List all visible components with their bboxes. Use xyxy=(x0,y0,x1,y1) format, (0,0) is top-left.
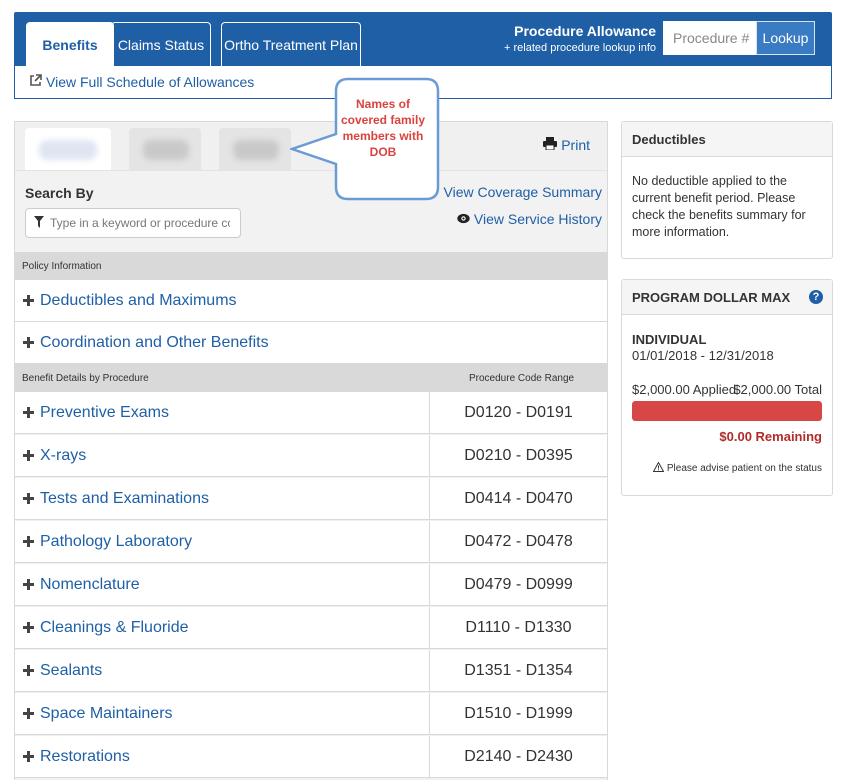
procedure-label: Restorations xyxy=(40,747,130,765)
annotation-callout: Names of covered family members with DOB xyxy=(288,76,442,202)
plus-icon xyxy=(23,708,34,719)
search-box[interactable] xyxy=(25,208,241,238)
program-max-header: PROGRAM DOLLAR MAX ? xyxy=(622,280,832,315)
view-service-history-label: View Service History xyxy=(473,211,602,227)
plus-icon xyxy=(23,407,34,418)
procedure-code-range: D0210 - D0395 xyxy=(429,435,607,476)
procedure-label: Cleanings & Fluoride xyxy=(40,618,189,636)
table-row[interactable]: Cleanings & Fluoride D1110 - D1330 xyxy=(15,607,607,649)
coverage-type: INDIVIDUAL xyxy=(632,332,707,347)
table-row[interactable]: Tests and Examinations D0414 - D0470 xyxy=(15,478,607,520)
table-row[interactable]: Space Maintainers D1510 - D1999 xyxy=(15,693,607,735)
procedure-code-range: D0472 - D0478 xyxy=(429,521,607,562)
search-input[interactable] xyxy=(50,216,230,230)
benefit-details-header: Benefit Details by Procedure Procedure C… xyxy=(15,364,607,392)
amount-applied: $2,000.00 Applied xyxy=(632,382,737,397)
procedure-label: Space Maintainers xyxy=(40,704,173,722)
program-max-title: PROGRAM DOLLAR MAX xyxy=(632,289,791,305)
procedure-code-range-header: Procedure Code Range xyxy=(469,372,575,384)
top-nav-bar: Benefits Claims Status Ortho Treatment P… xyxy=(14,12,832,66)
procedure-label: X-rays xyxy=(40,446,87,464)
advise-text: Please advise patient on the status xyxy=(666,463,822,474)
tab-ortho-treatment-plan[interactable]: Ortho Treatment Plan xyxy=(221,22,361,66)
policy-information-header: Policy Information xyxy=(15,252,607,280)
tab-claims-status[interactable]: Claims Status xyxy=(111,22,211,66)
print-link[interactable]: Print xyxy=(543,137,590,153)
filter-icon xyxy=(34,215,44,231)
plus-icon xyxy=(23,622,34,633)
plus-icon xyxy=(23,665,34,676)
plus-icon xyxy=(23,536,34,547)
deductibles-title: Deductibles xyxy=(622,122,832,157)
procedure-label: Tests and Examinations xyxy=(40,489,209,507)
amount-total: $2,000.00 Total xyxy=(733,382,822,397)
plus-icon xyxy=(23,337,34,348)
table-row[interactable]: Pathology Laboratory D0472 - D0478 xyxy=(15,521,607,563)
help-icon[interactable]: ? xyxy=(809,290,823,304)
procedure-code-range: D0479 - D0999 xyxy=(429,564,607,605)
procedure-code-range: D2140 - D2430 xyxy=(429,736,607,777)
usage-progress-fill xyxy=(632,401,822,421)
view-service-history-link[interactable]: View Service History xyxy=(457,211,602,227)
plus-icon xyxy=(23,751,34,762)
procedure-number-input[interactable] xyxy=(663,21,756,55)
procedure-allowance-title: Procedure Allowance xyxy=(514,23,656,39)
procedure-label: Sealants xyxy=(40,661,103,679)
usage-progress-bar xyxy=(632,401,822,421)
redacted-member-name xyxy=(39,140,97,160)
plus-icon xyxy=(23,450,34,461)
benefits-panel: Print Search By View Coverage Summary Vi… xyxy=(14,121,608,780)
table-row[interactable]: X-rays D0210 - D0395 xyxy=(15,435,607,477)
procedure-allowance-subtitle: + related procedure lookup info xyxy=(504,42,656,54)
table-row[interactable]: Sealants D1351 - D1354 xyxy=(15,650,607,692)
procedure-label: Nomenclature xyxy=(40,575,140,593)
procedure-code-range: D0414 - D0470 xyxy=(429,478,607,519)
procedure-code-range: D1510 - D1999 xyxy=(429,693,607,734)
view-schedule-link[interactable]: View Full Schedule of Allowances xyxy=(29,74,254,90)
procedure-label: Pathology Laboratory xyxy=(40,532,193,550)
table-row[interactable]: Nomenclature D0479 - D0999 xyxy=(15,564,607,606)
callout-text: Names of covered family members with DOB xyxy=(340,97,426,159)
program-dollar-max-card: PROGRAM DOLLAR MAX ? INDIVIDUAL 01/01/20… xyxy=(621,279,833,496)
redacted-member-name xyxy=(233,140,279,160)
search-by-label: Search By xyxy=(25,185,94,201)
external-link-icon xyxy=(29,74,42,90)
eye-icon xyxy=(457,211,470,227)
procedure-code-range: D1110 - D1330 xyxy=(429,607,607,648)
print-label: Print xyxy=(561,137,590,153)
warning-icon xyxy=(652,461,665,475)
procedure-code-range: D0120 - D0191 xyxy=(429,392,607,433)
member-tab[interactable] xyxy=(25,128,111,170)
tab-benefits[interactable]: Benefits xyxy=(26,22,114,66)
deductibles-card: Deductibles No deductible applied to the… xyxy=(621,121,833,259)
member-tab[interactable] xyxy=(219,128,291,170)
procedure-code-range: D1351 - D1354 xyxy=(429,650,607,691)
view-coverage-summary-link[interactable]: View Coverage Summary xyxy=(444,184,602,200)
row-label: Coordination and Other Benefits xyxy=(40,333,269,351)
member-tab[interactable] xyxy=(129,128,201,170)
view-schedule-label: View Full Schedule of Allowances xyxy=(46,74,255,90)
row-coordination-benefits[interactable]: Coordination and Other Benefits xyxy=(15,322,607,364)
deductibles-text: No deductible applied to the current ben… xyxy=(632,174,806,239)
benefit-period: 01/01/2018 - 12/31/2018 xyxy=(632,348,774,363)
lookup-button[interactable]: Lookup xyxy=(756,21,815,55)
plus-icon xyxy=(23,295,34,306)
plus-icon xyxy=(23,579,34,590)
redacted-member-name xyxy=(143,140,189,160)
benefit-header-label: Benefit Details by Procedure xyxy=(22,372,149,384)
row-label: Deductibles and Maximums xyxy=(40,291,237,309)
advise-note: Please advise patient on the status xyxy=(652,461,822,475)
amount-remaining: $0.00 Remaining xyxy=(719,429,822,444)
procedure-label: Preventive Exams xyxy=(40,403,169,421)
policy-header-label: Policy Information xyxy=(22,260,102,272)
table-row[interactable]: Preventive Exams D0120 - D0191 xyxy=(15,392,607,434)
row-deductibles-maximums[interactable]: Deductibles and Maximums xyxy=(15,280,607,322)
printer-icon xyxy=(543,137,558,153)
table-row[interactable]: Restorations D2140 - D2430 xyxy=(15,736,607,778)
plus-icon xyxy=(23,493,34,504)
